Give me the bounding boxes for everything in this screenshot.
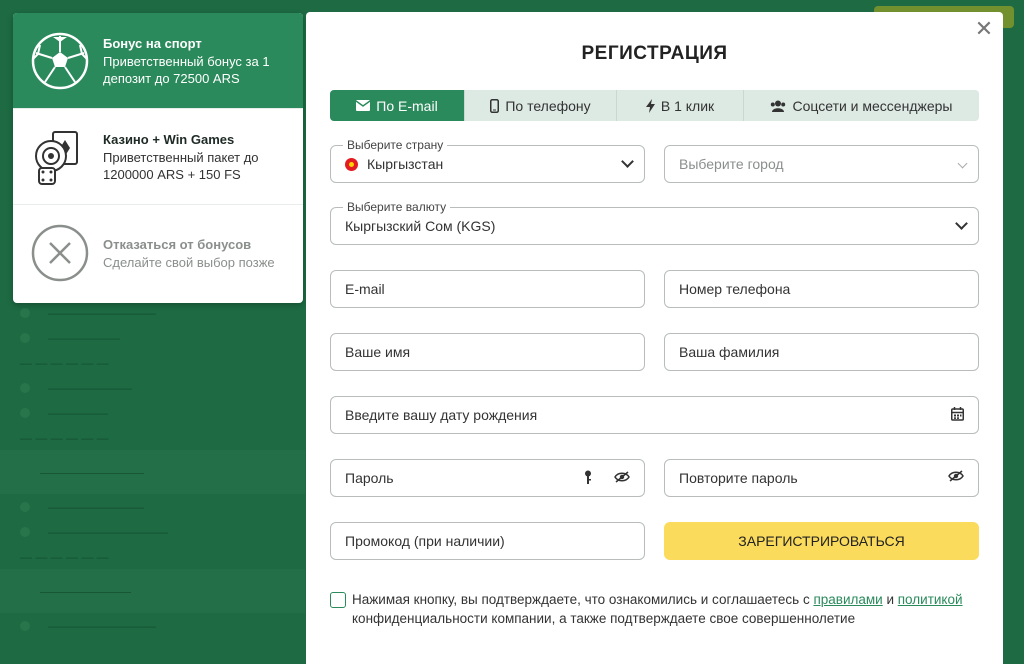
city-placeholder: Выберите город	[679, 156, 784, 172]
phone-placeholder: Номер телефона	[679, 281, 791, 297]
birthdate-field[interactable]: Введите вашу дату рождения	[330, 396, 979, 434]
password-field[interactable]: Пароль	[330, 459, 645, 497]
tab-label: По E-mail	[376, 97, 438, 114]
tab-label: Соцсети и мессенджеры	[792, 97, 953, 114]
eye-slash-icon[interactable]	[614, 471, 630, 483]
password-repeat-placeholder: Повторите пароль	[679, 470, 798, 486]
bonus-option-casino[interactable]: Казино + Win Games Приветственный пакет …	[13, 109, 303, 205]
modal-title: РЕГИСТРАЦИЯ	[581, 43, 728, 64]
key-icon[interactable]	[584, 470, 592, 484]
bonus-title: Казино + Win Games	[103, 131, 235, 147]
bonus-option-sport[interactable]: Бонус на спорт Приветственный бонус за 1…	[13, 13, 303, 109]
envelope-icon	[356, 100, 371, 111]
rules-link[interactable]: правилами	[813, 592, 882, 607]
terms-text: Нажимая кнопку, вы подтверждаете, что оз…	[352, 590, 990, 628]
mobile-phone-icon	[490, 98, 500, 113]
tab-label: По телефону	[505, 97, 591, 114]
close-icon[interactable]: ✕	[973, 18, 995, 40]
casino-cards-icon	[31, 128, 89, 186]
tab-label: В 1 клик	[660, 97, 715, 114]
promo-placeholder: Промокод (при наличии)	[345, 533, 505, 549]
kyrgyzstan-flag-icon	[345, 157, 358, 171]
country-select[interactable]: Выберите страну Кыргызстан	[330, 138, 645, 183]
city-select[interactable]: Выберите город	[664, 145, 979, 183]
currency-label: Выберите валюту	[343, 200, 451, 214]
chevron-down-icon	[957, 158, 968, 169]
currency-select[interactable]: Выберите валюту Кыргызский Сом (KGS)	[330, 200, 979, 245]
bonus-option-decline[interactable]: Отказаться от бонусов Сделайте свой выбо…	[13, 205, 303, 301]
first-name-field[interactable]: Ваше имя	[330, 333, 645, 371]
terms-suffix: конфиденциальности компании, а также под…	[352, 611, 856, 626]
chevron-down-icon	[955, 217, 968, 230]
terms-and: и	[882, 592, 898, 607]
password-repeat-field[interactable]: Повторите пароль	[664, 459, 979, 497]
chevron-down-icon	[621, 155, 634, 168]
registration-modal: ✕ РЕГИСТРАЦИЯ По E-mail По телефону В 1 …	[306, 12, 1003, 664]
users-icon	[771, 100, 786, 112]
terms-checkbox[interactable]	[330, 592, 346, 608]
bonus-title: Отказаться от бонусов	[103, 236, 252, 252]
tab-email[interactable]: По E-mail	[330, 90, 465, 121]
last-name-field[interactable]: Ваша фамилия	[664, 333, 979, 371]
currency-value: Кыргызский Сом (KGS)	[345, 218, 496, 234]
tab-one-click[interactable]: В 1 клик	[617, 90, 744, 121]
tab-social[interactable]: Соцсети и мессенджеры	[744, 90, 979, 121]
first-name-placeholder: Ваше имя	[345, 344, 411, 360]
email-placeholder: E-mail	[345, 281, 385, 297]
password-placeholder: Пароль	[345, 470, 394, 486]
bonus-title: Бонус на спорт	[103, 35, 202, 51]
last-name-placeholder: Ваша фамилия	[679, 344, 780, 360]
terms-agreement: Нажимая кнопку, вы подтверждаете, что оз…	[330, 590, 990, 628]
lightning-icon	[645, 98, 655, 113]
decline-x-icon	[31, 224, 89, 282]
registration-method-tabs: По E-mail По телефону В 1 клик Соцсети и…	[330, 90, 979, 121]
terms-prefix: Нажимая кнопку, вы подтверждаете, что оз…	[352, 592, 814, 607]
tab-phone[interactable]: По телефону	[465, 90, 617, 121]
soccer-ball-icon	[31, 32, 89, 90]
eye-slash-icon[interactable]	[948, 470, 964, 482]
promo-code-field[interactable]: Промокод (при наличии)	[330, 522, 645, 560]
bonus-description: Приветственный бонус за 1 депозит до 725…	[103, 53, 270, 86]
birthdate-placeholder: Введите вашу дату рождения	[345, 407, 538, 423]
register-button[interactable]: ЗАРЕГИСТРИРОВАТЬСЯ	[664, 522, 979, 560]
email-field[interactable]: E-mail	[330, 270, 645, 308]
bonus-selection-panel: Бонус на спорт Приветственный бонус за 1…	[13, 13, 303, 303]
country-label: Выберите страну	[343, 138, 448, 152]
background-match-list: ————————— —————— — — — — — — ——————— ———…	[0, 300, 305, 638]
bonus-description: Сделайте свой выбор позже	[103, 254, 275, 270]
phone-field[interactable]: Номер телефона	[664, 270, 979, 308]
calendar-icon[interactable]	[951, 407, 964, 421]
country-value: Кыргызстан	[367, 156, 444, 172]
bonus-description: Приветственный пакет до 1200000 ARS + 15…	[103, 149, 259, 182]
policy-link[interactable]: политикой	[898, 592, 963, 607]
